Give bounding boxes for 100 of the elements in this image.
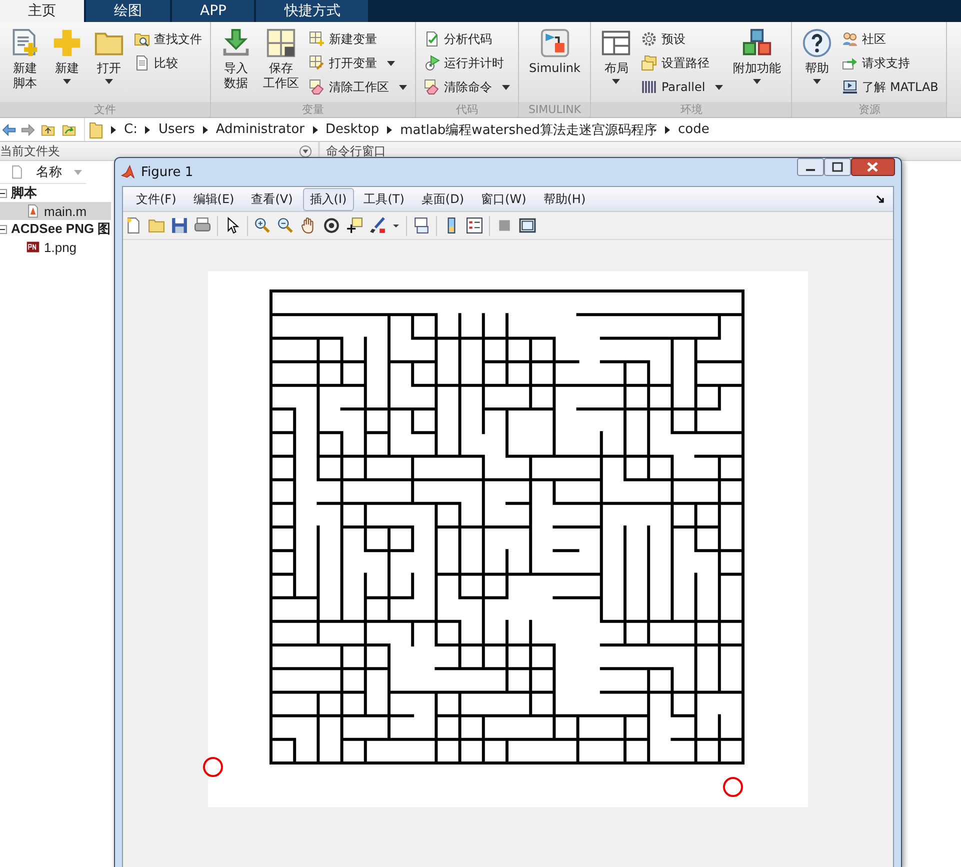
frame-icon[interactable] — [519, 217, 536, 234]
ribbon-button[interactable]: 预设 — [641, 28, 724, 50]
zoom-out-icon[interactable] — [277, 217, 294, 234]
menu-item[interactable]: 窗口(W) — [474, 188, 534, 210]
ribbon-button[interactable]: 社区 — [842, 28, 938, 50]
caret-icon — [387, 60, 395, 66]
folder-icon — [89, 120, 103, 138]
group-label: 环境 — [591, 102, 792, 117]
zoom-in-icon[interactable] — [254, 217, 271, 234]
caret-icon — [399, 84, 407, 90]
eraser-icon — [309, 79, 325, 95]
panel-title: 当前文件夹 — [0, 142, 60, 160]
ribbon-button[interactable]: 帮助 — [800, 26, 834, 102]
new-document-icon[interactable] — [125, 217, 142, 234]
legend-icon[interactable] — [466, 217, 483, 234]
path-field[interactable]: C: Users Administrator Desktop matlab编程watershed算法走迷宫源码程序 code — [84, 118, 961, 141]
close-button[interactable] — [851, 158, 895, 176]
ribbon-button[interactable]: 导入 数据 — [219, 26, 253, 102]
ribbon-button[interactable]: 新建 脚本 — [8, 26, 42, 102]
column-header[interactable]: 名称 — [0, 161, 86, 184]
document-icon — [10, 164, 24, 180]
minimize-button[interactable] — [797, 158, 824, 176]
ribbon-tab[interactable]: 绘图 — [86, 0, 170, 22]
caret-icon — [612, 79, 620, 84]
collapse-icon — [0, 224, 7, 234]
file-item[interactable]: main.m — [0, 202, 111, 220]
panel-title: 命令行窗口 — [326, 142, 386, 160]
grid-disk-icon — [266, 28, 296, 58]
ribbon-button[interactable]: 查找文件 — [134, 28, 202, 50]
caret-right-icon — [202, 126, 208, 134]
ribbon-button[interactable]: 设置路径 — [641, 52, 724, 74]
ribbon-button[interactable]: 打开变量 — [309, 52, 407, 74]
download-arrow-icon — [221, 28, 251, 58]
bars-icon — [641, 79, 658, 95]
caret-right-icon — [387, 126, 392, 134]
ribbon-button[interactable]: 比较 — [134, 52, 202, 74]
forward-arrow-icon — [21, 122, 35, 136]
ribbon-button[interactable]: 了解 MATLAB — [842, 76, 938, 98]
image-file-icon — [26, 239, 40, 255]
help-icon — [802, 28, 832, 58]
circle-marker — [203, 757, 223, 777]
window-title: Figure 1 — [141, 164, 194, 180]
ribbon-button[interactable]: 新建变量 — [309, 28, 407, 50]
path-segment[interactable]: code — [678, 122, 710, 137]
menu-item[interactable]: 编辑(E) — [186, 188, 242, 210]
ribbon-button[interactable]: 布局 — [599, 26, 634, 102]
ribbon-button[interactable]: 打开 — [92, 26, 126, 102]
ribbon-tab[interactable]: 主页 — [0, 0, 84, 22]
ribbon-tab[interactable]: APP — [172, 0, 254, 22]
ribbon-button[interactable]: Simulink — [527, 26, 582, 102]
menu-item[interactable]: 工具(T) — [356, 188, 412, 210]
ribbon-button[interactable]: 清除工作区 — [309, 76, 407, 98]
tree-group[interactable]: 脚本 — [0, 184, 43, 202]
printer-icon[interactable] — [194, 217, 211, 234]
ribbon-tab[interactable]: 快捷方式 — [256, 0, 368, 22]
circle-marker — [723, 777, 743, 797]
document-plus-icon — [10, 28, 40, 58]
path-segment[interactable]: Users — [158, 122, 195, 137]
group-label: 资源 — [792, 102, 946, 117]
group-label: 脚本 — [11, 184, 37, 202]
data-cursor-icon[interactable] — [346, 217, 363, 234]
grid-plus-icon — [309, 31, 325, 47]
column-name[interactable]: 名称 — [36, 163, 62, 181]
group-label: 文件 — [0, 102, 210, 117]
folders-icon — [641, 55, 658, 71]
file-item[interactable]: 1.png — [0, 238, 101, 256]
dock-arrow-icon — [876, 195, 885, 204]
ribbon-button[interactable]: 保存 工作区 — [261, 26, 301, 102]
ribbon-button[interactable]: 分析代码 — [424, 28, 510, 50]
caret-right-icon — [111, 126, 116, 134]
ribbon-button[interactable]: 请求支持 — [842, 52, 938, 74]
ribbon-button[interactable]: 新建 — [50, 26, 84, 102]
caret-icon — [105, 79, 113, 84]
gear-icon — [641, 31, 658, 47]
path-segment[interactable]: matlab编程watershed算法走迷宫源码程序 — [400, 120, 657, 138]
path-segment[interactable]: Administrator — [216, 122, 304, 137]
caret-icon — [813, 79, 822, 84]
play-clock-icon — [424, 55, 440, 71]
menu-item[interactable]: 插入(I) — [302, 188, 354, 210]
ribbon-button[interactable]: 清除命令 — [424, 76, 510, 98]
path-segment[interactable]: C: — [124, 122, 138, 137]
menu-item[interactable]: 帮助(H) — [536, 188, 593, 210]
caret-right-icon — [312, 126, 318, 134]
maximize-button[interactable] — [824, 158, 851, 176]
ribbon-button[interactable]: 附加功能 — [731, 26, 784, 102]
caret-icon — [753, 79, 762, 84]
caret-icon — [502, 84, 510, 90]
ribbon-button[interactable]: 运行并计时 — [424, 52, 510, 74]
group-label: 变量 — [211, 102, 415, 117]
menu-item[interactable]: 桌面(D) — [414, 188, 472, 210]
monitor-icon — [842, 79, 858, 95]
brush-icon[interactable] — [369, 217, 386, 234]
menu-item[interactable]: 查看(V) — [244, 188, 300, 210]
path-segment[interactable]: Desktop — [326, 122, 380, 137]
caret-right-icon — [664, 126, 670, 134]
sort-caret-icon — [74, 170, 82, 174]
script-file-icon — [26, 203, 40, 219]
ribbon-button[interactable]: Parallel — [641, 76, 724, 98]
menu-item[interactable]: 文件(F) — [129, 188, 184, 210]
group-label: SIMULINK — [519, 102, 590, 117]
